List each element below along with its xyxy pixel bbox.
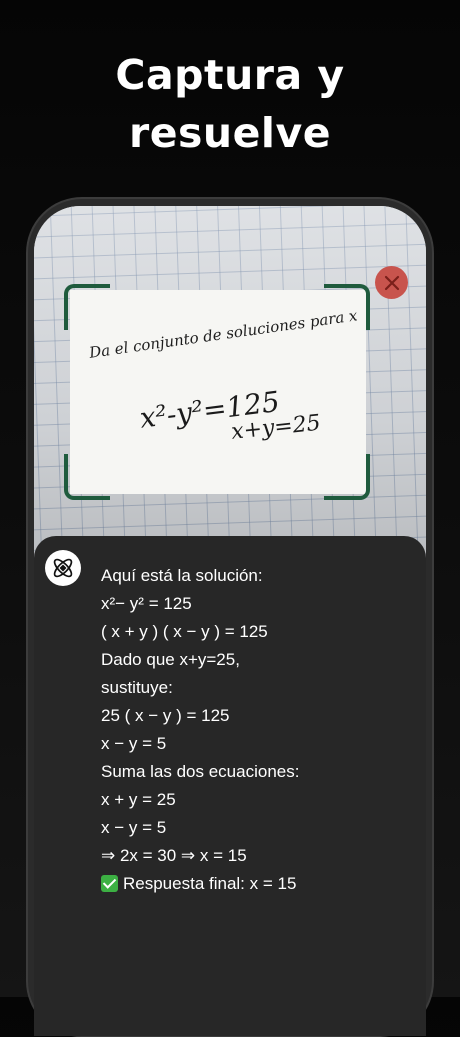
final-answer-text: Respuesta final: x = 15 [123, 874, 297, 893]
solution-line: 25 ( x − y ) = 125 [101, 706, 230, 725]
atom-icon [45, 550, 81, 586]
phone-screen: Da el conjunto de soluciones para x x²-y… [34, 206, 426, 1036]
solution-line: Dado que x+y=25, [101, 650, 240, 669]
solution-sheet: Aquí está la solución: x²− y² = 125 ( x … [34, 536, 426, 1036]
solution-line: ⇒ 2x = 30 ⇒ x = 15 [101, 846, 247, 865]
solution-line: sustituye: [101, 678, 173, 697]
final-answer: Respuesta final: x = 15 [101, 870, 411, 898]
crop-corner-bottom-right[interactable] [324, 454, 370, 500]
headline-line-2: resuelve [128, 109, 331, 157]
crop-corner-top-left[interactable] [64, 284, 110, 330]
solution-line: Aquí está la solución: [101, 566, 263, 585]
headline: Captura y resuelve [0, 46, 460, 162]
solution-line: ( x + y ) ( x − y ) = 125 [101, 622, 268, 641]
solution-line: x + y = 25 [101, 790, 176, 809]
close-icon [384, 275, 399, 290]
solution-text: Aquí está la solución: x²− y² = 125 ( x … [101, 562, 411, 898]
check-mark-icon [101, 875, 118, 892]
solution-line: x − y = 5 [101, 734, 167, 753]
close-button[interactable] [375, 266, 408, 299]
solution-line: Suma las dos ecuaciones: [101, 762, 300, 781]
crop-corner-bottom-left[interactable] [64, 454, 110, 500]
solution-line: x²− y² = 125 [101, 594, 192, 613]
headline-line-1: Captura y [115, 51, 345, 99]
solution-line: x − y = 5 [101, 818, 167, 837]
